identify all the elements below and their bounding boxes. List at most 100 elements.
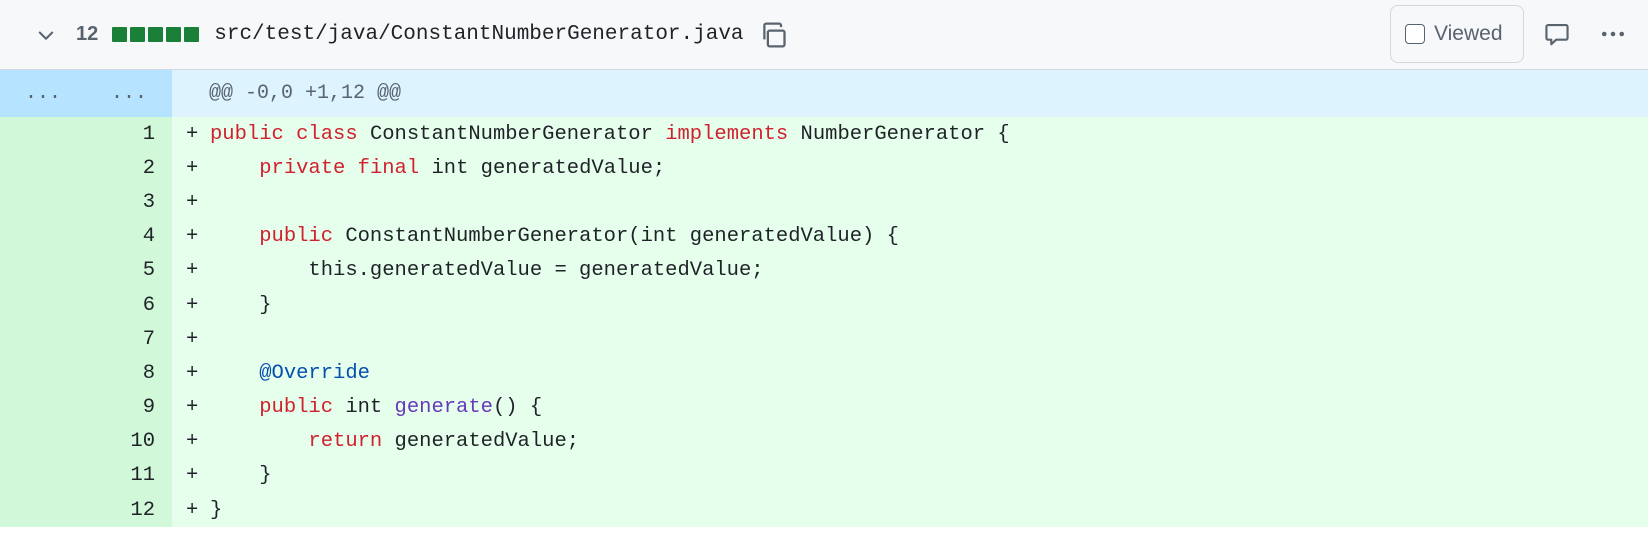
line-number-gutter: 12 [0, 493, 172, 528]
code-content: + public class ConstantNumberGenerator im… [172, 117, 1648, 152]
diffstat-block-added [166, 27, 182, 42]
chevron-down-icon [38, 31, 54, 40]
diff-line-added: 4 + public ConstantNumberGenerator(int ge… [0, 219, 1648, 254]
code-keyword: private [259, 156, 346, 180]
added-marker: + [186, 327, 199, 351]
more-options-button[interactable] [1590, 11, 1636, 57]
code-content: + return generatedValue; [172, 424, 1648, 459]
new-line-number[interactable]: 3 [86, 191, 172, 214]
new-line-number[interactable]: 11 [86, 464, 172, 487]
code-token: NumberGenerator { [788, 122, 1010, 146]
code-keyword: final [357, 156, 420, 180]
expand-up-button[interactable]: ... [0, 82, 86, 105]
diff-lines: 1 + public class ConstantNumberGenerator i… [0, 117, 1648, 528]
code-token: int generatedValue; [419, 156, 666, 180]
line-number-gutter: 9 [0, 390, 172, 425]
diffstat [112, 27, 200, 42]
new-line-number[interactable]: 4 [86, 225, 172, 248]
code-content: + [172, 185, 1648, 220]
added-marker: + [186, 156, 199, 180]
code-keyword: public [210, 122, 284, 146]
code-keyword: return [308, 430, 383, 454]
line-number-gutter: 11 [0, 458, 172, 494]
collapse-toggle[interactable] [34, 23, 58, 47]
hunk-header: ... ... @@ -0,0 +1,12 @@ [0, 70, 1648, 117]
code-content: + private final int generatedValue; [172, 151, 1648, 186]
new-line-number[interactable]: 8 [86, 362, 172, 385]
diffstat-block-added [184, 27, 200, 42]
diff-line-added: 5 + this.generatedValue = generatedValue; [0, 253, 1648, 288]
line-number-gutter: 1 [0, 117, 172, 152]
diff-line-added: 9 + public int generate() { [0, 390, 1648, 425]
viewed-toggle-button[interactable]: Viewed [1390, 5, 1524, 63]
comment-icon [1545, 24, 1569, 46]
code-keyword: implements [665, 122, 789, 146]
kebab-horizontal-icon [1601, 31, 1625, 37]
diff-line-added: 7 + [0, 322, 1648, 357]
added-marker: + [186, 122, 199, 146]
diff-line-added: 3 + [0, 185, 1648, 220]
file-actions: Viewed [1390, 4, 1636, 64]
new-line-number[interactable]: 7 [86, 328, 172, 351]
diff-file: 12 src/test/java/ConstantNumberGenerator… [0, 0, 1648, 554]
diffstat-block-added [148, 27, 164, 42]
line-number-gutter: 8 [0, 356, 172, 391]
new-line-number[interactable]: 6 [86, 294, 172, 317]
code-token: ConstantNumberGenerator [357, 122, 666, 146]
code-content: + this.generatedValue = generatedValue; [172, 253, 1648, 288]
added-marker: + [186, 430, 199, 454]
added-marker: + [186, 396, 199, 420]
diff-line-added: 11 + } [0, 458, 1648, 494]
diff-line-added: 2 + private final int generatedValue; [0, 151, 1648, 186]
code-token: ConstantNumberGenerator(int generatedVal… [333, 225, 899, 249]
code-token: } [210, 293, 272, 317]
file-header: 12 src/test/java/ConstantNumberGenerator… [0, 0, 1648, 70]
diff-line-added: 10 + return generatedValue; [0, 424, 1648, 459]
added-marker: + [186, 259, 199, 283]
new-line-number[interactable]: 1 [86, 123, 172, 146]
diff-line-added: 6 + } [0, 287, 1648, 323]
code-token: generatedValue; [382, 430, 580, 454]
code-token: () { [492, 396, 543, 420]
new-line-number[interactable]: 12 [86, 499, 172, 522]
copy-path-button[interactable] [758, 19, 790, 51]
code-keyword: public [259, 396, 334, 420]
line-number-gutter: 2 [0, 151, 172, 186]
line-number-gutter: 6 [0, 287, 172, 323]
code-token: } [210, 464, 272, 488]
diff-line-added: 1 + public class ConstantNumberGenerator i… [0, 117, 1648, 152]
expand-down-button[interactable]: ... [86, 82, 172, 105]
new-line-number[interactable]: 2 [86, 157, 172, 180]
diffstat-block-added [112, 27, 128, 42]
added-marker: + [186, 498, 199, 522]
hunk-range: @@ -0,0 +1,12 @@ [209, 82, 402, 105]
added-marker: + [186, 464, 199, 488]
file-path-link[interactable]: src/test/java/ConstantNumberGenerator.ja… [214, 23, 743, 46]
viewed-checkbox[interactable] [1405, 24, 1425, 44]
added-marker: + [186, 361, 199, 385]
new-line-number[interactable]: 5 [86, 259, 172, 282]
code-function: generate [394, 396, 493, 420]
changed-lines-count: 12 [76, 23, 99, 45]
diffstat-block-added [130, 27, 146, 42]
line-number-gutter: 5 [0, 253, 172, 288]
viewed-label: Viewed [1434, 22, 1503, 45]
code-content: + [172, 322, 1648, 357]
comment-on-file-button[interactable] [1534, 11, 1580, 57]
code-content: + } [172, 287, 1648, 323]
new-line-number[interactable]: 9 [86, 396, 172, 419]
diff-line-added: 8 + @Override [0, 356, 1648, 391]
code-content: + public ConstantNumberGenerator(int gen… [172, 219, 1648, 254]
code-keyword: class [296, 122, 358, 146]
code-token: this.generatedValue = generatedValue; [210, 259, 764, 283]
line-number-gutter: 7 [0, 322, 172, 357]
code-token: } [210, 498, 223, 522]
code-content: + } [172, 458, 1648, 494]
diff-line-added: 12 +} [0, 493, 1648, 528]
added-marker: + [186, 225, 199, 249]
new-line-number[interactable]: 10 [86, 430, 172, 453]
